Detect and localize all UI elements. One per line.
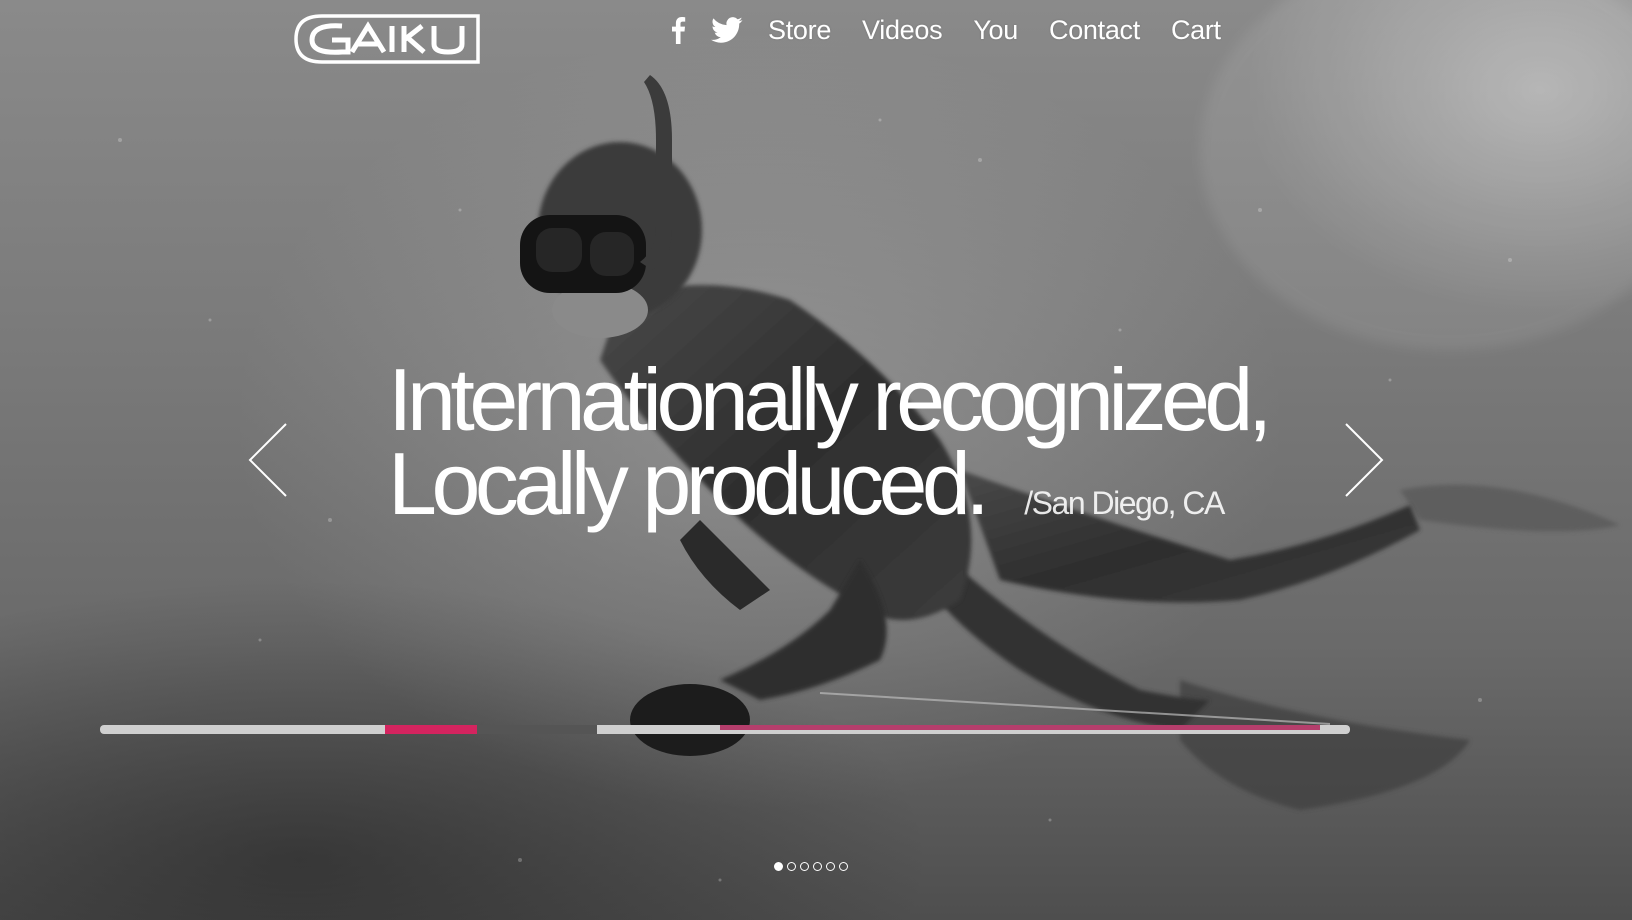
nav-link-contact[interactable]: Contact: [1049, 15, 1140, 46]
hero-headline: Internationally recognized, Locally prod…: [388, 350, 1272, 545]
slide-dot-6[interactable]: [839, 862, 848, 871]
slide-indicators: [774, 862, 848, 871]
nav-link-you[interactable]: You: [973, 15, 1018, 46]
headline-line-1: Internationally recognized,: [388, 350, 1272, 449]
chevron-left-icon[interactable]: [246, 420, 290, 500]
gaiku-logo-icon[interactable]: [292, 12, 480, 66]
twitter-icon[interactable]: [710, 10, 744, 50]
nav-link-cart[interactable]: Cart: [1171, 15, 1221, 46]
slide-dot-2[interactable]: [787, 862, 796, 871]
slide-dot-4[interactable]: [813, 862, 822, 871]
top-navigation: Store Videos You Contact Cart: [668, 8, 1221, 52]
headline-line-2: Locally produced./San Diego, CA: [388, 440, 1267, 545]
slide-dot-3[interactable]: [800, 862, 809, 871]
facebook-icon[interactable]: [668, 10, 688, 50]
headline-line-2-text: Locally produced.: [388, 434, 990, 533]
slide-dot-5[interactable]: [826, 862, 835, 871]
slide-dot-1[interactable]: [774, 862, 783, 871]
nav-link-videos[interactable]: Videos: [862, 15, 943, 46]
chevron-right-icon[interactable]: [1342, 420, 1386, 500]
hero-slider: Store Videos You Contact Cart Internatio…: [0, 0, 1632, 920]
nav-link-store[interactable]: Store: [768, 15, 831, 46]
location-label: /San Diego, CA: [1024, 485, 1225, 521]
